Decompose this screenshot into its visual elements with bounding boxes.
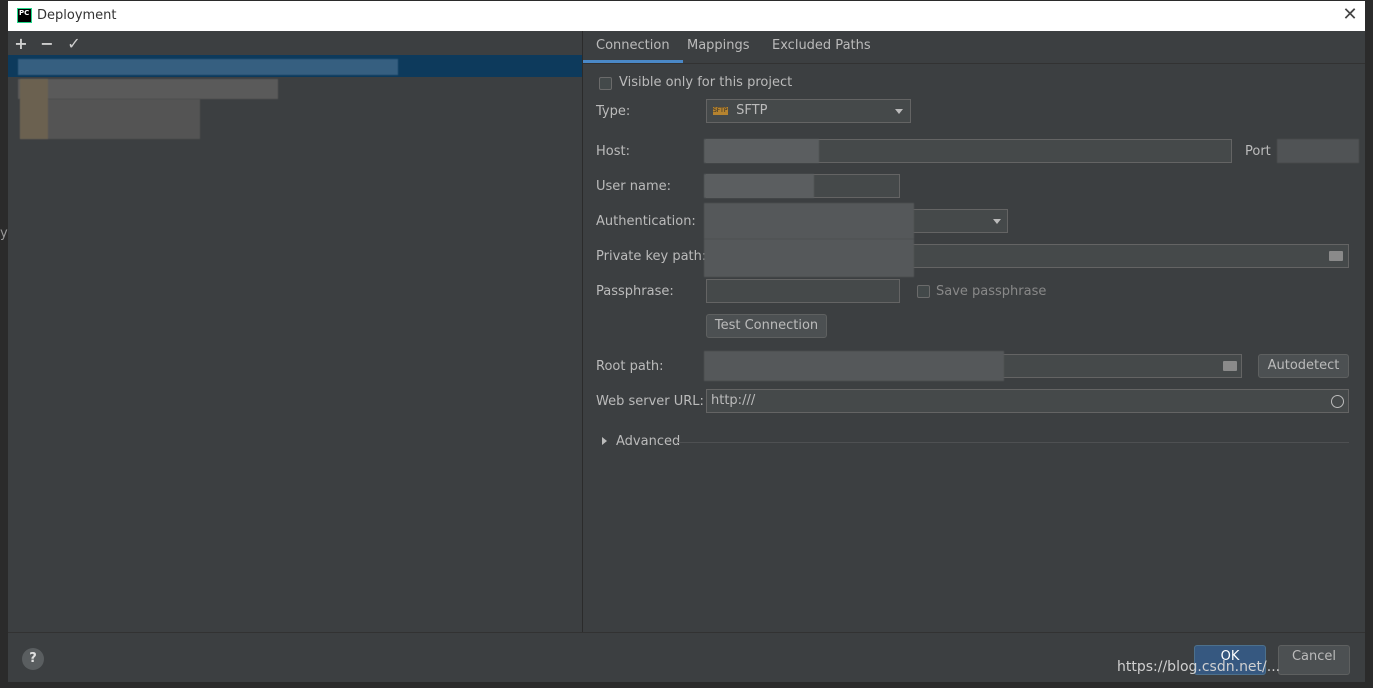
advanced-divider bbox=[678, 442, 1349, 443]
folder-icon[interactable] bbox=[1329, 251, 1343, 261]
watermark-text: https://blog.csdn.net/... bbox=[1117, 659, 1281, 675]
web-server-url-input[interactable]: http:/// bbox=[706, 389, 1349, 413]
autodetect-button[interactable]: Autodetect bbox=[1258, 354, 1349, 378]
title-bar: PC Deployment ✕ bbox=[8, 1, 1365, 32]
visible-only-checkbox[interactable] bbox=[599, 77, 612, 90]
set-default-button[interactable]: ✓ bbox=[65, 35, 83, 53]
chevron-down-icon bbox=[895, 109, 903, 114]
username-label: User name: bbox=[596, 179, 672, 194]
obscured-root-path bbox=[704, 351, 1004, 381]
obscured-port[interactable] bbox=[1277, 139, 1359, 163]
chevron-right-icon[interactable] bbox=[602, 437, 607, 445]
obscured-region bbox=[20, 79, 48, 139]
passphrase-label: Passphrase: bbox=[596, 284, 674, 299]
sftp-icon: SFTP bbox=[713, 106, 728, 115]
obscured-server-name bbox=[18, 59, 398, 75]
connection-settings-panel: Connection Mappings Excluded Paths Visib… bbox=[583, 31, 1365, 632]
cancel-button[interactable]: Cancel bbox=[1278, 645, 1350, 675]
obscured-username bbox=[704, 174, 814, 198]
authentication-label: Authentication: bbox=[596, 214, 696, 229]
add-server-button[interactable]: + bbox=[12, 35, 30, 53]
port-label: Port bbox=[1245, 144, 1271, 159]
save-passphrase-label: Save passphrase bbox=[936, 284, 1047, 299]
private-key-label: Private key path: bbox=[596, 249, 707, 264]
tab-connection[interactable]: Connection bbox=[583, 31, 683, 63]
remove-server-button[interactable]: − bbox=[38, 35, 56, 53]
chevron-down-icon bbox=[993, 219, 1001, 224]
server-list-panel: + − ✓ bbox=[8, 31, 583, 632]
tab-excluded-paths[interactable]: Excluded Paths bbox=[759, 31, 884, 63]
host-label: Host: bbox=[596, 144, 630, 159]
globe-icon[interactable] bbox=[1331, 395, 1344, 408]
deployment-dialog: PC Deployment ✕ + − ✓ Connection Mapping… bbox=[8, 1, 1365, 682]
save-passphrase-checkbox[interactable] bbox=[917, 285, 930, 298]
tab-mappings[interactable]: Mappings bbox=[674, 31, 763, 63]
visible-only-label: Visible only for this project bbox=[619, 75, 793, 90]
obscured-auth bbox=[704, 203, 914, 239]
web-server-url-label: Web server URL: bbox=[596, 394, 704, 409]
type-value: SFTP bbox=[736, 103, 768, 118]
test-connection-button[interactable]: Test Connection bbox=[706, 314, 827, 338]
folder-icon[interactable] bbox=[1223, 361, 1237, 371]
obscured-host bbox=[704, 139, 819, 163]
help-button[interactable]: ? bbox=[22, 648, 44, 670]
close-icon[interactable]: ✕ bbox=[1341, 6, 1359, 24]
obscured-region bbox=[18, 79, 278, 99]
advanced-toggle[interactable]: Advanced bbox=[616, 434, 680, 449]
root-path-label: Root path: bbox=[596, 359, 664, 374]
window-title: Deployment bbox=[37, 8, 117, 23]
type-select[interactable]: SFTP SFTP bbox=[706, 99, 911, 123]
web-server-url-value: http:/// bbox=[711, 393, 756, 408]
pycharm-icon: PC bbox=[17, 8, 32, 23]
type-label: Type: bbox=[596, 104, 631, 119]
passphrase-input[interactable] bbox=[706, 279, 900, 303]
obscured-key-path bbox=[704, 239, 914, 277]
tab-divider bbox=[583, 63, 1365, 64]
